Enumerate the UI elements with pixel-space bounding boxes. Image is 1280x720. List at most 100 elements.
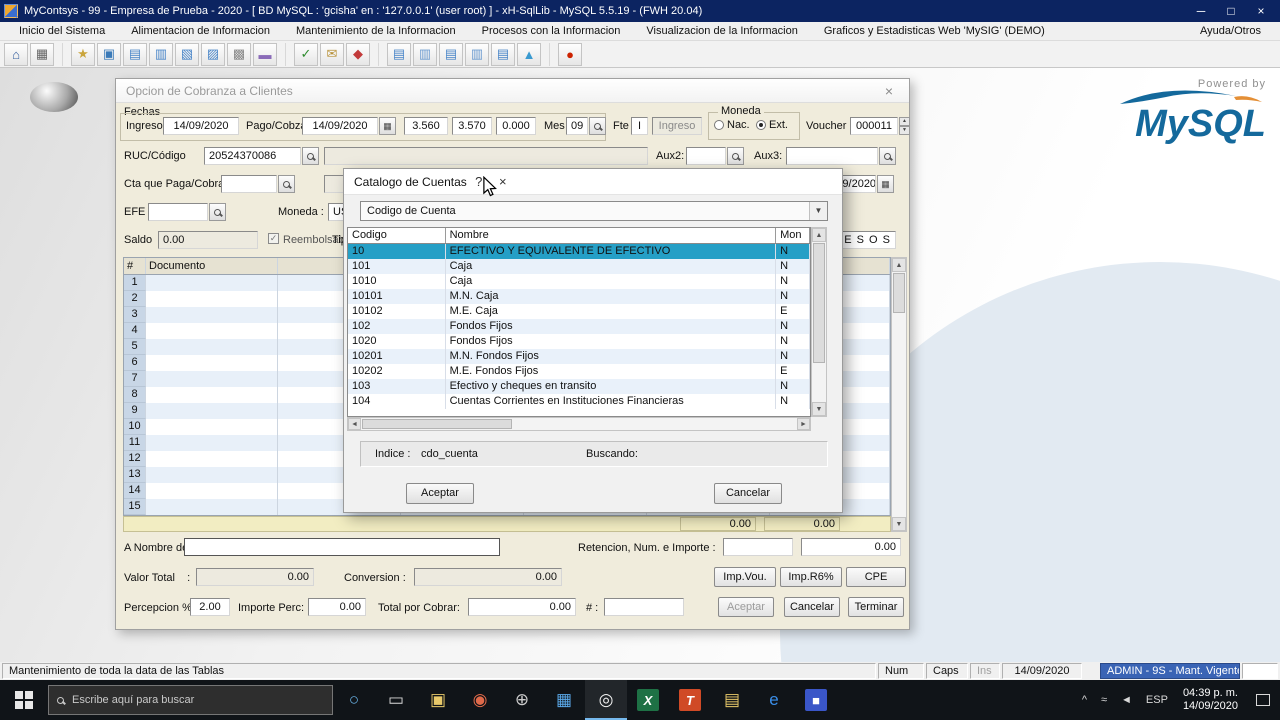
account-currency[interactable]: E [776,304,810,319]
settings-gear-icon[interactable]: ⊕ [501,680,543,720]
chrome-icon[interactable]: ◉ [459,680,501,720]
grid-cell[interactable] [146,355,278,371]
account-name[interactable]: M.E. Fondos Fijos [446,364,777,379]
grid-cell[interactable] [146,403,278,419]
scroll-thumb[interactable] [893,273,905,313]
folder-icon[interactable]: ▤ [711,680,753,720]
scroll-right-icon[interactable]: ► [797,418,810,430]
report2-icon-button[interactable]: ▥ [413,42,437,66]
grid-row-number[interactable]: 4 [124,323,146,339]
fecha-doc-calendar-button[interactable]: ▦ [877,175,894,193]
menu-mantenimiento-de-la-informacion[interactable]: Mantenimiento de la Informacion [283,24,469,38]
grid-row-number[interactable]: 8 [124,387,146,403]
report1-icon-button[interactable]: ▤ [387,42,411,66]
account-name[interactable]: Caja [446,274,777,289]
account-currency[interactable]: N [776,289,810,304]
file-explorer-icon[interactable]: ▣ [417,680,459,720]
grid-cell[interactable] [146,483,278,499]
account-name[interactable]: Fondos Fijos [445,319,777,334]
account-code[interactable]: 1020 [348,334,446,349]
edge-icon[interactable]: e [753,680,795,720]
report3-icon-button[interactable]: ▤ [439,42,463,66]
chevron-down-icon[interactable]: ▼ [809,202,827,220]
account-code[interactable]: 102 [348,319,446,334]
account-name[interactable]: Efectivo y cheques en transito [445,379,777,394]
diamond-icon-button[interactable]: ◆ [346,42,370,66]
spin-up-icon[interactable]: ▲ [899,117,910,126]
grid-row-number[interactable]: 11 [124,435,146,451]
grid-cell[interactable] [146,467,278,483]
accounts-table[interactable]: Codigo Nombre Mon 10 EFECTIVO Y EQUIVALENTE… [347,227,811,417]
menu-alimentacion-de-informacion[interactable]: Alimentacion de Informacion [118,24,283,38]
razon-social-field[interactable] [324,147,648,165]
minimize-button[interactable]: ─ [1186,1,1216,21]
clock[interactable]: 04:39 p. m. 14/09/2020 [1175,687,1246,713]
ruc-field[interactable]: 20524370086 [204,147,301,165]
grid-cell[interactable] [146,275,278,291]
scroll-thumb[interactable] [362,419,512,429]
cortana-icon[interactable]: ○ [333,680,375,720]
blue-app-icon[interactable]: ■ [795,680,837,720]
catalogo-cancelar-button[interactable]: Cancelar [714,483,782,504]
grid-cell[interactable] [146,371,278,387]
grid-row-number[interactable]: 5 [124,339,146,355]
saldo-field[interactable]: 0.00 [158,231,258,249]
grid-row-number[interactable]: 13 [124,467,146,483]
account-row-10202[interactable]: 10202 M.E. Fondos Fijos E [348,364,810,379]
account-row-103[interactable]: 103 Efectivo y cheques en transito N [348,379,810,394]
account-name[interactable]: M.E. Caja [446,304,777,319]
grid-cell[interactable] [146,435,278,451]
account-name[interactable]: M.N. Fondos Fijos [445,349,777,364]
menu-graficos-y-estadisticas-web-mysig-demo-[interactable]: Graficos y Estadisticas Web 'MySIG' (DEM… [811,24,1058,38]
cpe-button[interactable]: CPE [846,567,906,587]
tipo-cambio1-field[interactable]: 3.560 [404,117,448,135]
account-currency[interactable]: N [776,259,810,274]
grid-row-number[interactable]: 10 [124,419,146,435]
scroll-left-icon[interactable]: ◄ [348,418,361,430]
mail-icon-button[interactable]: ✉ [320,42,344,66]
grid-cell[interactable] [146,307,278,323]
grid-cell[interactable] [146,451,278,467]
pago-calendar-button[interactable]: ▦ [379,117,396,135]
account-code[interactable]: 104 [348,394,446,409]
report5-icon-button[interactable]: ▤ [491,42,515,66]
grid-cell[interactable] [146,291,278,307]
grid-row-number[interactable]: 6 [124,355,146,371]
account-currency[interactable]: N [776,394,810,409]
grid-row-number[interactable]: 9 [124,403,146,419]
account-currency[interactable]: N [776,274,810,289]
cobranza-close-icon[interactable]: × [879,83,899,99]
accounts-column-header-codigo[interactable]: Codigo [348,228,446,243]
task-view-icon[interactable]: ▭ [375,680,417,720]
cancelar-button[interactable]: Cancelar [784,597,840,617]
close-button[interactable]: × [1246,1,1276,21]
aux2-search-button[interactable] [727,147,744,165]
cta-search-button[interactable] [278,175,295,193]
screen-recorder-icon[interactable]: ◎ [585,680,627,720]
action-center-button[interactable] [1246,680,1280,720]
grid-cell[interactable] [146,387,278,403]
report4-icon-button[interactable]: ▥ [465,42,489,66]
hidden-icons-chevron[interactable]: ^ [1075,694,1094,706]
tipo-cambio3-field[interactable]: 0.000 [496,117,536,135]
account-currency[interactable]: E [776,364,810,379]
menu-procesos-con-la-informacion[interactable]: Procesos con la Informacion [469,24,634,38]
menu-ayuda-otros[interactable]: Ayuda/Otros [1187,24,1274,38]
reembolsable-checkbox[interactable]: ✓ [268,233,279,244]
menu-inicio-del-sistema[interactable]: Inicio del Sistema [6,24,118,38]
account-row-1010[interactable]: 1010 Caja N [348,274,810,289]
terminar-button[interactable]: Terminar [848,597,904,617]
scroll-down-icon[interactable]: ▼ [812,402,826,416]
table-vertical-scrollbar[interactable]: ▲ ▼ [811,227,827,417]
record-stop-icon-button[interactable]: ● [558,42,582,66]
grid-cell[interactable] [146,499,278,515]
aux3-search-button[interactable] [879,147,896,165]
account-row-101[interactable]: 101 Caja N [348,259,810,274]
scroll-up-icon[interactable]: ▲ [892,258,906,272]
grid-row-number[interactable]: 3 [124,307,146,323]
cta-field[interactable] [221,175,277,193]
grid-cell[interactable] [146,323,278,339]
account-name[interactable]: Fondos Fijos [446,334,777,349]
grid-vertical-scrollbar[interactable]: ▲ ▼ [891,257,907,532]
cobranza-titlebar[interactable]: Opcion de Cobranza a Clientes × [116,79,909,103]
